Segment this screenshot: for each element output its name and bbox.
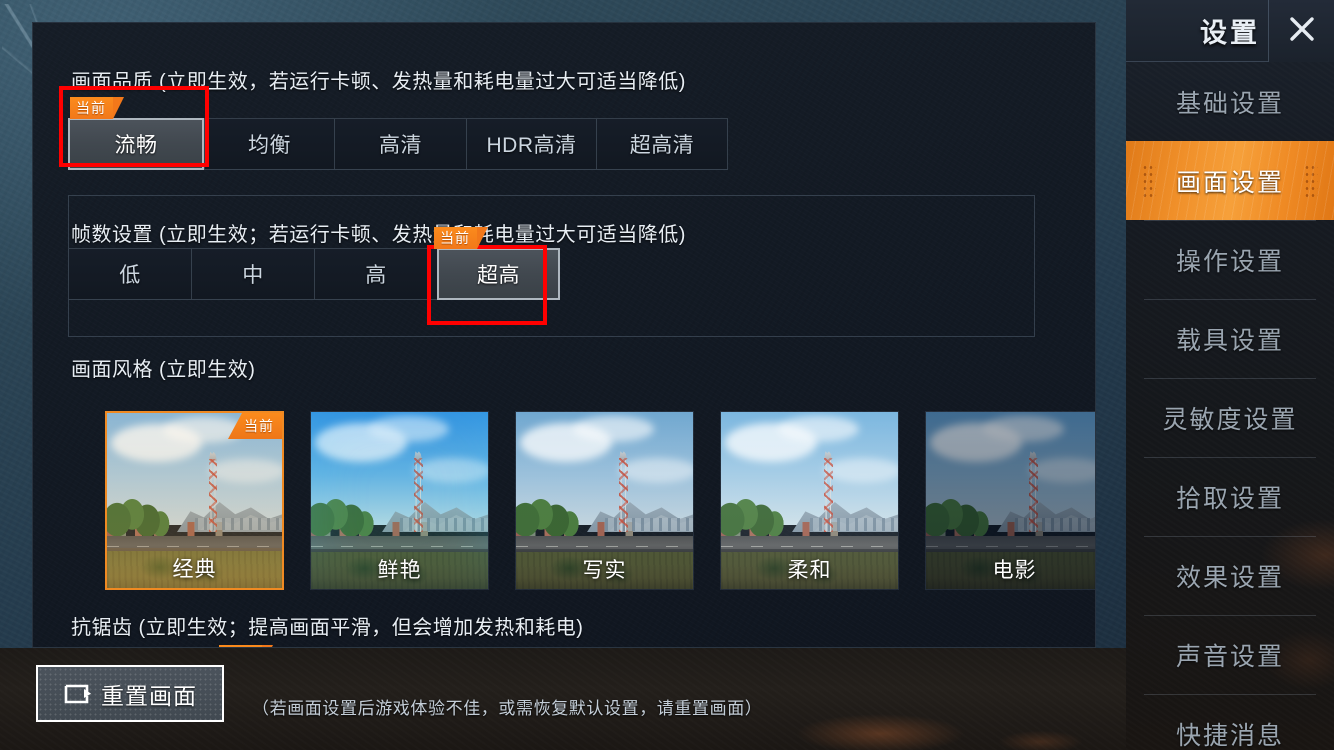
style-thumb-colorful[interactable]: 鲜艳 xyxy=(310,411,489,590)
sidebar-item-label: 载具设置 xyxy=(1175,326,1284,355)
framerate-section-heading: 帧数设置 (立即生效；若运行卡顿、发热量和耗电量过大可适当降低) xyxy=(71,224,686,246)
style-thumb-label: 写实 xyxy=(516,549,693,589)
sidebar-item-effects[interactable]: 效果设置 xyxy=(1126,536,1334,615)
style-thumb-soft[interactable]: 柔和 xyxy=(720,411,899,590)
framerate-option-high[interactable]: 高 xyxy=(314,248,437,300)
sidebar-item-controls[interactable]: 操作设置 xyxy=(1126,220,1334,299)
quality-option-label: 均衡 xyxy=(248,134,291,157)
quality-option-label: HDR高清 xyxy=(486,134,577,157)
sidebar-title: 设置 xyxy=(1200,18,1260,48)
style-section-heading: 画面风格 (立即生效) xyxy=(71,359,256,381)
framerate-option-ultra[interactable]: 超高 xyxy=(437,248,560,300)
style-thumb-movie[interactable]: 电影 xyxy=(925,411,1095,590)
quality-option-hd[interactable]: 高清 xyxy=(334,118,466,170)
graphics-settings-panel: 画面品质 (立即生效，若运行卡顿、发热量和耗电量过大可适当降低) 流畅 均衡 高… xyxy=(32,22,1096,648)
ornament-dots-left-icon xyxy=(1142,163,1156,198)
style-thumb-label: 电影 xyxy=(926,549,1095,589)
framerate-option-label: 高 xyxy=(365,264,387,287)
sidebar-item-quick-message[interactable]: 快捷消息 xyxy=(1126,694,1334,750)
sidebar-item-label: 快捷消息 xyxy=(1175,721,1284,750)
style-thumb-label: 经典 xyxy=(107,548,282,588)
sidebar-item-label: 灵敏度设置 xyxy=(1162,405,1298,434)
quality-section-heading: 画面品质 (立即生效，若运行卡顿、发热量和耗电量过大可适当降低) xyxy=(71,71,686,93)
style-thumb-classic[interactable]: 当前 经典 xyxy=(105,411,284,590)
reset-graphics-button[interactable]: 重置画面 xyxy=(36,665,224,722)
framerate-current-flag: 当前 xyxy=(434,227,488,249)
style-thumb-label: 柔和 xyxy=(721,549,898,589)
sidebar-item-label: 效果设置 xyxy=(1175,563,1284,592)
quality-option-smooth[interactable]: 流畅 xyxy=(68,118,204,170)
framerate-option-label: 超高 xyxy=(477,264,520,287)
quality-option-label: 超高清 xyxy=(629,134,695,157)
sidebar-item-basic[interactable]: 基础设置 xyxy=(1126,62,1334,141)
sidebar-item-graphics[interactable]: 画面设置 xyxy=(1126,141,1334,220)
quality-option-group: 流畅 均衡 高清 HDR高清 超高清 xyxy=(68,118,728,170)
quality-option-label: 高清 xyxy=(379,134,422,157)
sidebar-item-sensitivity[interactable]: 灵敏度设置 xyxy=(1126,378,1334,457)
settings-sidebar: 设置 基础设置 画面设置 操作设置 载具设置 灵敏度设置 拾取设置 效果设置 声… xyxy=(1126,0,1334,750)
framerate-option-low[interactable]: 低 xyxy=(68,248,191,300)
antialias-section-heading: 抗锯齿 (立即生效；提高画面平滑，但会增加发热和耗电) xyxy=(71,617,584,639)
style-thumb-label: 鲜艳 xyxy=(311,549,488,589)
sidebar-item-pickup[interactable]: 拾取设置 xyxy=(1126,457,1334,536)
reset-loop-icon xyxy=(63,682,93,706)
framerate-option-label: 中 xyxy=(242,264,264,287)
sidebar-item-audio[interactable]: 声音设置 xyxy=(1126,615,1334,694)
sidebar-menu: 基础设置 画面设置 操作设置 载具设置 灵敏度设置 拾取设置 效果设置 声音设置… xyxy=(1126,62,1334,750)
sidebar-item-label: 拾取设置 xyxy=(1175,484,1284,513)
sidebar-item-vehicle[interactable]: 载具设置 xyxy=(1126,299,1334,378)
ornament-dots-right-icon xyxy=(1304,163,1318,198)
framerate-option-medium[interactable]: 中 xyxy=(191,248,314,300)
quality-current-flag: 当前 xyxy=(70,97,124,119)
style-thumb-realistic[interactable]: 写实 xyxy=(515,411,694,590)
reset-button-label: 重置画面 xyxy=(101,682,197,709)
framerate-option-label: 低 xyxy=(119,264,141,287)
close-icon xyxy=(1287,14,1317,49)
framerate-option-group: 低 中 高 超高 xyxy=(68,248,560,300)
reset-hint-text: （若画面设置后游戏体验不佳，或需恢复默认设置，请重置画面） xyxy=(252,699,763,718)
sidebar-item-label: 操作设置 xyxy=(1175,247,1284,276)
close-button[interactable] xyxy=(1268,0,1334,62)
sidebar-item-label: 基础设置 xyxy=(1175,89,1284,118)
quality-option-uhd[interactable]: 超高清 xyxy=(596,118,728,170)
antialias-current-flag: 当前 xyxy=(219,645,273,647)
sidebar-item-label: 画面设置 xyxy=(1175,168,1284,197)
quality-option-label: 流畅 xyxy=(114,134,158,157)
quality-option-balanced[interactable]: 均衡 xyxy=(204,118,334,170)
style-thumbnail-list: 当前 经典 鲜艳 写实 柔和 电影 xyxy=(105,411,1095,590)
quality-option-hdr-hd[interactable]: HDR高清 xyxy=(466,118,596,170)
settings-screen: 画面品质 (立即生效，若运行卡顿、发热量和耗电量过大可适当降低) 流畅 均衡 高… xyxy=(0,0,1334,750)
sidebar-item-label: 声音设置 xyxy=(1175,642,1284,671)
